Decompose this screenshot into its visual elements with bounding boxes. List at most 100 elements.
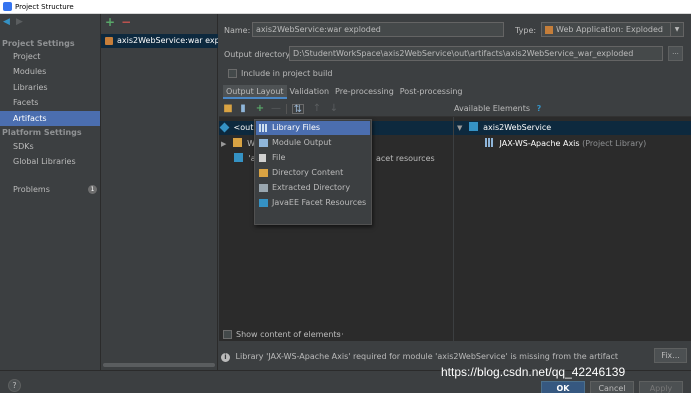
include-build-label: Include in project build bbox=[241, 69, 333, 78]
extracted-directory-icon bbox=[259, 184, 268, 192]
menu-item-directory-content[interactable]: Directory Content bbox=[256, 166, 370, 180]
output-directory-field[interactable]: D:\StudentWorkSpace\axis2WebService\out\… bbox=[289, 46, 663, 61]
menu-item-file-label: File bbox=[272, 153, 286, 162]
sidebar-item-problems[interactable]: Problems 1 bbox=[0, 182, 100, 197]
menu-item-file[interactable]: File bbox=[256, 151, 370, 165]
menu-item-directory-content-label: Directory Content bbox=[272, 168, 344, 177]
type-label: Type: bbox=[515, 26, 537, 35]
remove-icon[interactable]: — bbox=[271, 104, 281, 114]
menu-item-module-output-label: Module Output bbox=[272, 138, 332, 147]
library-files-icon bbox=[259, 124, 268, 132]
tab-validation[interactable]: Validation bbox=[287, 85, 333, 99]
move-down-icon[interactable]: ↓ bbox=[329, 104, 339, 114]
sort-elements-icon[interactable]: ⇅ bbox=[292, 104, 304, 115]
menu-item-extracted-directory-label: Extracted Directory bbox=[272, 183, 351, 192]
help-button[interactable]: ? bbox=[8, 379, 21, 392]
war-artifact-icon bbox=[105, 37, 113, 45]
type-select[interactable]: Web Application: Exploded ▼ bbox=[541, 22, 684, 37]
artifact-list-panel: + − axis2WebService:war exploded bbox=[101, 14, 218, 370]
warning-line: i Library 'JAX-WS-Apache Axis' required … bbox=[221, 350, 641, 364]
show-content-more[interactable]: ··· bbox=[336, 330, 344, 339]
app-icon bbox=[3, 2, 12, 11]
folder-icon bbox=[232, 138, 242, 147]
output-root-icon bbox=[219, 122, 230, 133]
forward-arrow-icon[interactable]: ▶ bbox=[16, 18, 25, 27]
menu-item-module-output[interactable]: Module Output bbox=[256, 136, 370, 150]
output-directory-label: Output directory: bbox=[224, 50, 293, 59]
nav-arrows: ◀ ▶ bbox=[3, 18, 25, 27]
available-help-icon[interactable]: ? bbox=[537, 104, 542, 113]
name-label: Name: bbox=[224, 26, 251, 35]
create-archive-icon[interactable]: ▮ bbox=[238, 104, 248, 114]
available-library-label: JAX-WS-Apache Axis bbox=[499, 139, 580, 148]
tree-row-facet-suffix: acet resources bbox=[376, 154, 435, 163]
artifact-list-item[interactable]: axis2WebService:war exploded bbox=[101, 34, 218, 48]
tree-row-facet[interactable]: 'a bbox=[234, 152, 256, 166]
menu-item-extracted-directory[interactable]: Extracted Directory bbox=[256, 181, 370, 195]
add-artifact-button[interactable]: + bbox=[105, 16, 115, 28]
apply-button[interactable]: Apply bbox=[639, 381, 683, 393]
remove-artifact-button[interactable]: − bbox=[121, 16, 131, 28]
sidebar-item-project[interactable]: Project bbox=[0, 49, 100, 64]
show-content-checkbox[interactable] bbox=[223, 330, 232, 339]
tab-post-processing[interactable]: Post-processing bbox=[397, 85, 466, 99]
module-output-icon bbox=[259, 139, 268, 147]
watermark-text: https://blog.csdn.net/qq_42246139 bbox=[441, 365, 626, 379]
show-content-label: Show content of elements bbox=[236, 330, 341, 339]
tab-output-layout[interactable]: Output Layout bbox=[223, 85, 287, 99]
sidebar-item-sdks[interactable]: SDKs bbox=[0, 139, 100, 154]
available-library-row[interactable]: JAX-WS-Apache Axis (Project Library) bbox=[485, 137, 646, 151]
available-root-row[interactable]: ▼ axis2WebService bbox=[454, 121, 691, 135]
problems-count-badge: 1 bbox=[88, 185, 97, 194]
menu-item-javaee-facet-resources[interactable]: JavaEE Facet Resources bbox=[256, 196, 370, 210]
name-field[interactable]: axis2WebService:war exploded bbox=[252, 22, 504, 37]
cancel-button[interactable]: Cancel bbox=[590, 381, 634, 393]
available-library-note: (Project Library) bbox=[582, 139, 647, 148]
fix-button[interactable]: Fix... bbox=[654, 348, 687, 363]
facet-resources-icon bbox=[259, 199, 268, 207]
include-build-checkbox[interactable] bbox=[228, 69, 237, 78]
window-title: Project Structure bbox=[15, 2, 74, 11]
chevron-down-icon: ▼ bbox=[670, 23, 683, 36]
available-elements-header: Available Elements ? bbox=[454, 101, 691, 117]
collapse-triangle-icon: ▼ bbox=[457, 124, 463, 132]
menu-item-library-files-label: Library Files bbox=[272, 123, 321, 132]
add-copy-icon[interactable]: + bbox=[255, 104, 265, 114]
module-icon bbox=[468, 122, 478, 131]
library-icon bbox=[485, 138, 494, 147]
toolbar-separator bbox=[286, 104, 287, 114]
artifact-item-label: axis2WebService:war exploded bbox=[117, 36, 218, 45]
sidebar-item-libraries[interactable]: Libraries bbox=[0, 80, 100, 95]
back-arrow-icon[interactable]: ◀ bbox=[3, 18, 12, 27]
add-copy-popup-menu: Library Files Module Output File Directo… bbox=[254, 119, 372, 225]
artifact-editor: Name: axis2WebService:war exploded Type:… bbox=[219, 14, 691, 370]
section-project-settings: Project Settings bbox=[2, 39, 75, 48]
sidebar-item-artifacts[interactable]: Artifacts bbox=[0, 111, 100, 126]
left-navigation: ◀ ▶ Project Settings Project Modules Lib… bbox=[0, 14, 101, 370]
menu-item-library-files[interactable]: Library Files bbox=[256, 121, 370, 135]
expand-triangle-icon: ▶ bbox=[221, 140, 227, 148]
info-icon: i bbox=[221, 353, 230, 362]
menu-item-javaee-facet-resources-label: JavaEE Facet Resources bbox=[272, 198, 367, 207]
output-layout-panel: ■ ▮ + — ⇅ ↑ ↓ Available Elements ? <outp… bbox=[219, 101, 691, 341]
title-bar: Project Structure bbox=[0, 0, 691, 14]
panel-divider bbox=[453, 117, 454, 341]
browse-button[interactable]: ... bbox=[668, 46, 683, 61]
section-platform-settings: Platform Settings bbox=[2, 128, 82, 137]
sidebar-item-modules[interactable]: Modules bbox=[0, 64, 100, 79]
horizontal-scrollbar[interactable] bbox=[103, 363, 215, 367]
available-root-label: axis2WebService bbox=[483, 123, 552, 132]
move-up-icon[interactable]: ↑ bbox=[312, 104, 322, 114]
artifact-list-toolbar: + − bbox=[105, 16, 131, 28]
create-directory-icon[interactable]: ■ bbox=[223, 104, 233, 114]
directory-icon bbox=[259, 169, 268, 177]
sidebar-item-facets[interactable]: Facets bbox=[0, 95, 100, 110]
ok-button[interactable]: OK bbox=[541, 381, 585, 393]
tree-row-webinf[interactable]: ▶ W bbox=[221, 137, 255, 151]
file-icon bbox=[259, 154, 266, 162]
sidebar-item-global-libraries[interactable]: Global Libraries bbox=[0, 154, 100, 169]
type-select-value: Web Application: Exploded bbox=[556, 25, 663, 34]
tab-bar: Output Layout Validation Pre-processing … bbox=[223, 85, 466, 99]
available-elements-title: Available Elements bbox=[454, 104, 531, 113]
tab-pre-processing[interactable]: Pre-processing bbox=[332, 85, 397, 99]
